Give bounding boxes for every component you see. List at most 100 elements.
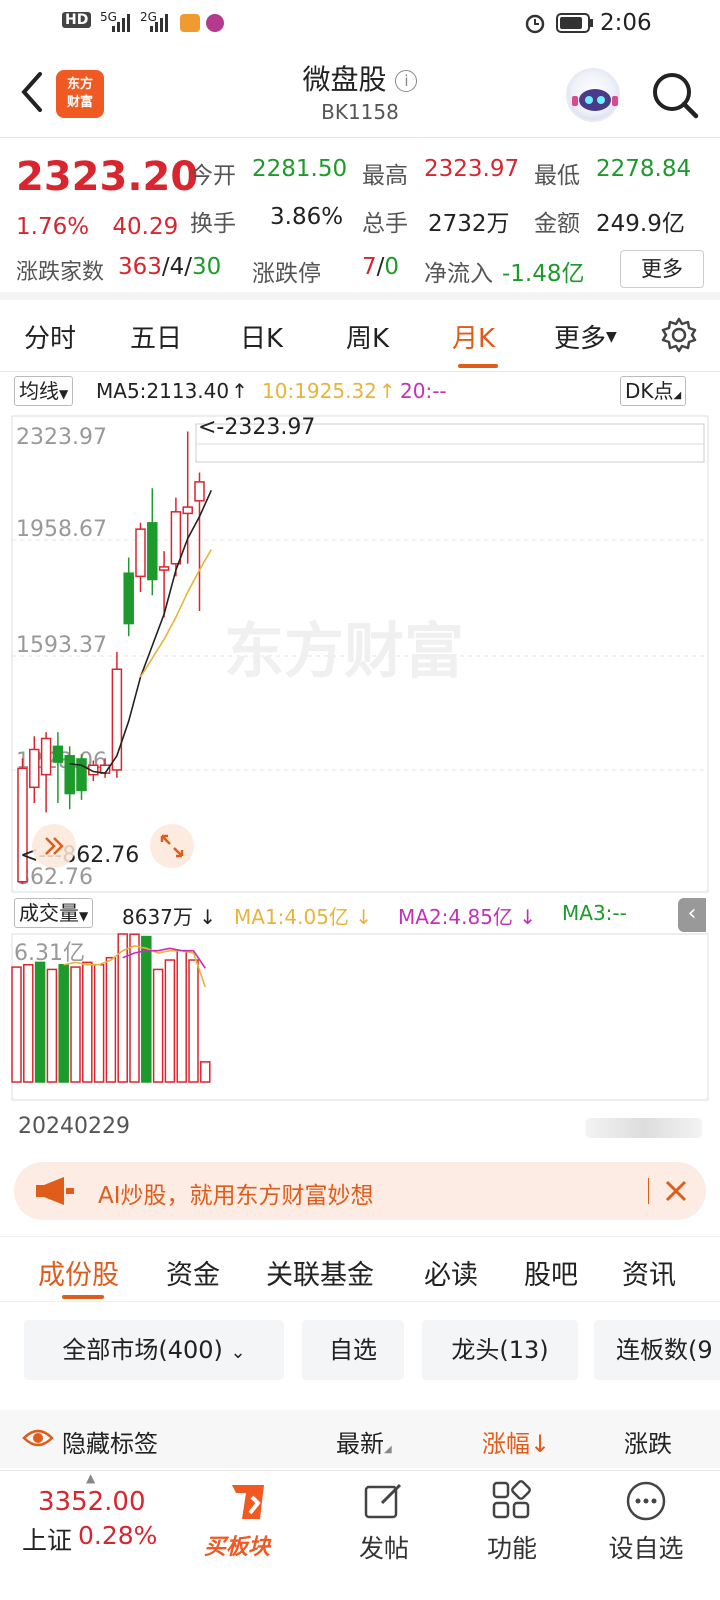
eye-icon[interactable]	[22, 1426, 54, 1450]
candle-body	[147, 522, 158, 581]
ma10-value: 10:1925.32 ↑	[262, 379, 396, 403]
hd-badge: HD	[62, 12, 92, 28]
candle-body	[182, 506, 193, 515]
index-ticker[interactable]: ▲ 3352.00 上证 0.28%	[22, 1471, 182, 1571]
dk-point-button[interactable]: DK点◢	[620, 376, 687, 406]
y-tick-label: 2323.97	[16, 425, 107, 450]
divider	[648, 1178, 649, 1204]
more-quote-button[interactable]: 更多	[620, 250, 704, 288]
megaphone-icon	[36, 1177, 74, 1205]
ma-select[interactable]: 均线▼	[14, 376, 74, 406]
ma20-value: 20:--	[400, 379, 447, 403]
candle-body	[123, 572, 134, 625]
volume-select[interactable]: 成交量▼	[14, 898, 94, 928]
volume-label: 总手	[362, 211, 408, 237]
close-icon[interactable]	[664, 1179, 688, 1203]
candlestick	[40, 732, 52, 813]
dropdown-triangle-icon: ▼	[606, 329, 617, 345]
buy-sector-button[interactable]: 买板块	[196, 1479, 300, 1569]
dropdown-triangle-icon: ▼	[59, 387, 69, 401]
chevron-down-icon: ⌄	[230, 1342, 246, 1363]
post-button[interactable]: 发帖	[324, 1479, 444, 1569]
market-filter-label: 全部市场(400)	[62, 1336, 223, 1364]
tab-related-funds[interactable]: 关联基金	[266, 1253, 374, 1292]
updown-count-label: 涨跌家数	[16, 260, 105, 285]
tab-more-label: 更多	[554, 324, 607, 354]
hide-tags-toggle[interactable]: 隐藏标签	[62, 1424, 158, 1459]
ma5-value: MA5:2113.40 ↑	[96, 379, 248, 403]
kline-period-tabs: 分时 五日 日K 周K 月K 更多▼	[0, 302, 720, 372]
tab-funds-flow[interactable]: 资金	[166, 1253, 220, 1292]
candle-body	[29, 748, 40, 789]
collapse-panel-icon[interactable]: ‹	[678, 898, 706, 932]
add-watchlist-button[interactable]: 设自选	[586, 1479, 706, 1569]
ai-promo-banner[interactable]: AI炒股，就用东方财富妙想	[14, 1162, 706, 1220]
expand-left-icon[interactable]	[32, 824, 76, 868]
vol-ma2-text: MA2:4.85亿	[398, 905, 513, 929]
tab-monthly-k[interactable]: 月K	[452, 318, 495, 355]
active-tab-indicator	[458, 364, 498, 368]
quote-panel: 2323.20 1.76% 40.29 今开 2281.50 最高 2323.9…	[0, 140, 720, 300]
vol-ma1-text: MA1:4.05亿	[234, 905, 349, 929]
functions-button[interactable]: 功能	[452, 1479, 572, 1569]
list-header: 隐藏标签 最新◢ 涨幅↓ 涨跌	[0, 1410, 720, 1468]
tab-intraday[interactable]: 分时	[24, 318, 76, 355]
fullscreen-icon[interactable]	[150, 824, 194, 868]
ma5-text: MA5:2113.40	[96, 379, 230, 403]
change-percent: 1.76%	[16, 214, 90, 240]
candlestick	[170, 497, 182, 577]
volume-bar	[34, 961, 46, 1083]
updown-counts: 363/4/30	[118, 254, 221, 280]
bottom-nav: ▲ 3352.00 上证 0.28% 买板块 发帖 功能 设自选	[0, 1470, 720, 1600]
sort-change[interactable]: 涨跌	[624, 1424, 672, 1459]
candlestick	[29, 736, 40, 804]
volume-bar	[46, 968, 58, 1083]
tab-daily-k[interactable]: 日K	[240, 318, 283, 355]
search-icon[interactable]	[648, 68, 702, 122]
leaders-filter[interactable]: 龙头(13)	[422, 1320, 578, 1380]
first-date-label: 20240229	[18, 1114, 130, 1139]
section-tabs: 成份股 资金 关联基金 必读 股吧 资讯	[0, 1236, 720, 1302]
volume-chart[interactable]: 6.31亿	[0, 932, 720, 1108]
app-notification-icon	[180, 14, 200, 32]
turnover-label: 换手	[190, 211, 236, 237]
dk-point-label: DK点	[625, 379, 674, 403]
corner-triangle-icon: ◢	[384, 1444, 392, 1455]
banner-text: AI炒股，就用东方财富妙想	[98, 1183, 374, 1209]
signal-icon	[112, 14, 130, 32]
sort-change-pct[interactable]: 涨幅↓	[482, 1424, 550, 1459]
tab-constituents[interactable]: 成份股	[38, 1253, 119, 1292]
candle-body	[52, 745, 64, 763]
current-price: 2323.20	[16, 154, 199, 200]
candlestick	[147, 488, 158, 596]
info-icon[interactable]: i	[395, 70, 418, 92]
volume-bar	[105, 956, 117, 1083]
volume-row: 成交量▼ 8637万 ↓ MA1:4.05亿 ↓ MA2:4.85亿 ↓ MA3…	[0, 896, 720, 932]
tab-forum[interactable]: 股吧	[524, 1253, 578, 1292]
amount-value: 249.9亿	[596, 211, 685, 237]
candlestick	[76, 754, 87, 800]
volume-bar	[82, 961, 93, 1083]
tab-weekly-k[interactable]: 周K	[346, 318, 389, 355]
market-filter[interactable]: 全部市场(400) ⌄	[24, 1320, 284, 1380]
volume-bar	[152, 968, 164, 1083]
candle-body	[40, 737, 52, 776]
settings-gear-icon[interactable]	[660, 316, 698, 354]
open-value: 2281.50	[252, 156, 348, 182]
limit-boards-filter[interactable]: 连板数(9	[594, 1320, 720, 1380]
tab-more[interactable]: 更多▼	[554, 318, 617, 355]
kline-chart[interactable]: 东方财富 2323.97 1958.67 1593.37 1228.06 862…	[0, 414, 720, 894]
ai-assistant-robot-icon[interactable]	[566, 68, 620, 122]
tab-news[interactable]: 资讯	[622, 1253, 676, 1292]
sort-change-pct-label: 涨幅	[482, 1430, 530, 1458]
tab-five-day[interactable]: 五日	[130, 318, 182, 355]
volume-bar	[200, 1061, 211, 1083]
page-title-text: 微盘股	[302, 63, 387, 96]
sort-latest[interactable]: 最新◢	[336, 1424, 392, 1459]
high-value: 2323.97	[424, 156, 520, 182]
app-header: 东方 财富 微盘股 i BK1158	[0, 48, 720, 138]
volume-bar	[23, 963, 34, 1083]
watchlist-filter[interactable]: 自选	[302, 1320, 404, 1380]
max-price-marker: <-2323.97	[198, 415, 315, 440]
tab-must-read[interactable]: 必读	[424, 1253, 478, 1292]
